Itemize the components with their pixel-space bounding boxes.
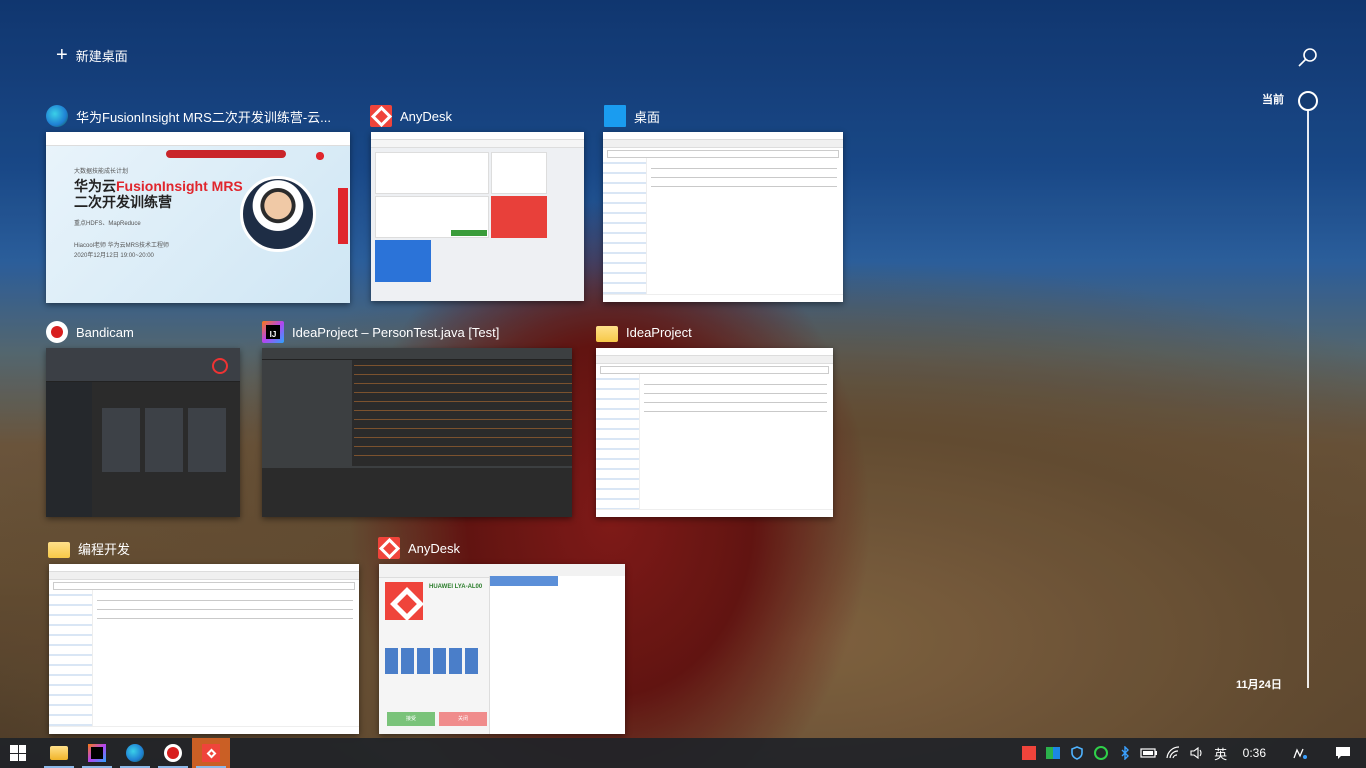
anydesk-icon xyxy=(370,105,392,127)
tray-bluetooth[interactable] xyxy=(1113,738,1137,768)
taskbar-intellij[interactable] xyxy=(78,738,116,768)
window-thumbnail[interactable] xyxy=(49,564,359,734)
shield-icon xyxy=(1070,746,1083,760)
task-card-title: AnyDesk xyxy=(378,536,626,560)
task-card-title: 编程开发 xyxy=(48,536,360,560)
bandicam-icon xyxy=(164,744,182,762)
task-card-intellij[interactable]: IJ IdeaProject – PersonTest.java [Test] xyxy=(262,320,574,518)
tray-app-grid[interactable] xyxy=(1041,738,1065,768)
huawei-logo-icon xyxy=(312,150,328,162)
desktop-folder-icon xyxy=(604,105,626,127)
folder-icon xyxy=(596,325,618,342)
ime-indicator[interactable]: 英 xyxy=(1209,738,1233,768)
windows-logo-icon xyxy=(10,745,26,761)
banner-bar xyxy=(166,150,286,158)
reject-button[interactable]: 关闭 xyxy=(439,712,487,726)
speaker-avatar xyxy=(240,176,316,252)
intellij-icon xyxy=(88,744,106,762)
intellij-icon: IJ xyxy=(262,321,284,343)
window-thumbnail[interactable]: 大数据技能成长计划 华为云FusionInsight MRS 二次开发训练营 重… xyxy=(46,132,350,303)
start-button[interactable] xyxy=(0,738,36,768)
anydesk-icon xyxy=(1021,746,1036,760)
search-icon xyxy=(1298,48,1317,67)
record-icon xyxy=(212,358,228,374)
new-desktop-button[interactable]: + 新建桌面 xyxy=(56,44,128,66)
volume-icon xyxy=(1190,746,1202,760)
slide-title: 华为云FusionInsight MRS 二次开发训练营 xyxy=(74,178,243,210)
app-grid-icon xyxy=(1045,747,1060,759)
edge-icon xyxy=(46,105,68,127)
task-card-anydesk-2[interactable]: AnyDesk HUAWEI LYA-AL00 接受 关闭 xyxy=(378,536,626,736)
window-thumbnail[interactable] xyxy=(596,348,833,517)
window-thumbnail[interactable] xyxy=(603,132,843,302)
task-card-coding-folder[interactable]: 编程开发 xyxy=(48,536,360,736)
window-thumbnail[interactable] xyxy=(262,348,572,517)
timeline-scrollbar[interactable] xyxy=(1307,110,1309,688)
bandicam-icon xyxy=(46,321,68,343)
task-card-title: 华为FusionInsight MRS二次开发训练营-云... xyxy=(46,104,350,128)
clock[interactable]: 0:36 xyxy=(1233,738,1280,768)
search-button[interactable] xyxy=(1296,46,1320,70)
taskbar-file-explorer[interactable] xyxy=(40,738,78,768)
side-banner xyxy=(338,188,348,244)
bluetooth-icon xyxy=(1121,746,1129,760)
new-desktop-label: 新建桌面 xyxy=(75,48,128,64)
timeline-now-label: 当前 xyxy=(1262,94,1284,106)
window-thumbnail[interactable] xyxy=(371,132,584,301)
taskbar-edge[interactable] xyxy=(116,738,154,768)
tray-pen-workspace[interactable] xyxy=(1280,738,1320,768)
taskbar-bandicam[interactable] xyxy=(154,738,192,768)
task-card-title: Bandicam xyxy=(46,320,240,344)
task-card-title: 桌面 xyxy=(604,104,844,128)
task-card-anydesk-1[interactable]: AnyDesk xyxy=(370,104,584,302)
status-circle-icon xyxy=(1093,746,1108,760)
action-center-button[interactable] xyxy=(1320,738,1366,768)
system-tray: 英 0:36 xyxy=(1017,738,1366,768)
anydesk-icon xyxy=(378,537,400,559)
tray-wifi[interactable] xyxy=(1161,738,1185,768)
wifi-icon xyxy=(1166,746,1179,759)
anydesk-logo-icon xyxy=(385,582,423,620)
task-card-title: AnyDesk xyxy=(370,104,584,128)
window-thumbnail[interactable] xyxy=(46,348,240,517)
tray-battery[interactable] xyxy=(1137,738,1161,768)
tray-volume[interactable] xyxy=(1185,738,1209,768)
pen-icon xyxy=(1293,748,1307,759)
taskbar: 英 0:36 xyxy=(0,738,1366,768)
task-card-title: IJ IdeaProject – PersonTest.java [Test] xyxy=(262,320,574,344)
task-card-desktop[interactable]: 桌面 xyxy=(603,104,844,302)
tray-anydesk[interactable] xyxy=(1017,738,1041,768)
battery-icon xyxy=(1140,748,1157,758)
tray-security[interactable] xyxy=(1065,738,1089,768)
file-explorer-icon xyxy=(50,746,68,760)
notification-icon xyxy=(1336,747,1350,759)
plus-icon: + xyxy=(56,44,68,66)
folder-icon xyxy=(48,541,70,558)
timeline-handle[interactable] xyxy=(1298,91,1318,111)
task-card-ideaproject-folder[interactable]: IdeaProject xyxy=(596,320,834,518)
task-card-title: IdeaProject xyxy=(596,320,834,344)
task-card-bandicam[interactable]: Bandicam xyxy=(46,320,240,518)
anydesk-icon xyxy=(202,744,220,762)
tray-status[interactable] xyxy=(1089,738,1113,768)
taskbar-anydesk[interactable] xyxy=(192,738,230,768)
window-thumbnail[interactable]: HUAWEI LYA-AL00 接受 关闭 xyxy=(379,564,625,734)
timeline-date-label: 11月24日 xyxy=(1236,679,1282,691)
accept-button[interactable]: 接受 xyxy=(387,712,435,726)
task-card-huawei[interactable]: 华为FusionInsight MRS二次开发训练营-云... 大数据技能成长计… xyxy=(46,104,350,304)
edge-icon xyxy=(126,744,144,762)
